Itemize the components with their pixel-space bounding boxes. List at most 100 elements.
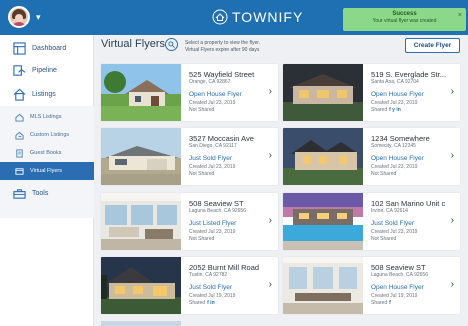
dashboard-icon	[12, 41, 26, 55]
create-flyer-button[interactable]: Create Flyer	[405, 38, 460, 53]
share-status-text: Not Shared	[371, 171, 397, 177]
flyer-city: Somecity, CA 12345	[371, 143, 416, 149]
flyer-card[interactable]: 3527 Moccasin Ave San Diego, CA 92117 Ju…	[101, 128, 278, 185]
close-icon[interactable]: ×	[458, 12, 462, 19]
property-photo	[101, 257, 181, 314]
sidebar-item-pipeline[interactable]: Pipeline	[0, 57, 94, 83]
flyer-address: 1234 Somewhere	[371, 134, 430, 143]
flyer-card[interactable]: 525 Wayfield Street Orange, CA 92867 Ope…	[101, 64, 278, 121]
flyer-share-status: Not Shared	[189, 236, 214, 242]
user-avatar[interactable]	[8, 6, 30, 28]
sidebar-item-guest-books[interactable]: Guest Books	[0, 144, 94, 162]
mls-icon	[14, 112, 24, 122]
flyer-card[interactable]: 2052 Burnt Mill Road Tustin, CA 92782 Ju…	[101, 257, 278, 314]
share-status-text: Shared	[189, 300, 206, 306]
social-share-icons: f	[389, 300, 391, 306]
share-status-text: Not Shared	[189, 236, 215, 242]
next-card-peek	[101, 321, 181, 326]
sidebar-item-label: Virtual Flyers	[30, 168, 62, 174]
flyer-card[interactable]: 508 Seaview ST Laguna Beach, CA 92656 Op…	[283, 257, 460, 314]
flyer-type-link[interactable]: Just Sold Flyer	[371, 220, 414, 227]
flyer-share-status: Not Shared	[189, 107, 214, 113]
flyer-address: 519 S. Everglade Str...	[371, 70, 447, 79]
brand-logo: TOWNIFY	[212, 9, 303, 25]
property-photo	[283, 257, 363, 314]
chevron-right-icon[interactable]: ›	[269, 215, 272, 226]
virtual-flyer-icon	[14, 166, 24, 176]
flyer-share-status: Shared f y in	[371, 107, 401, 113]
flyer-share-status: Not Shared	[371, 236, 396, 242]
toast-message: Your virtual flyer was created	[372, 18, 437, 24]
flyer-type-link[interactable]: Open House Flyer	[189, 91, 242, 98]
flyer-card[interactable]: 102 San Marino Unit c Irvine, CA 92614 J…	[283, 193, 460, 250]
flyer-type-link[interactable]: Open House Flyer	[371, 91, 424, 98]
property-photo	[101, 64, 181, 121]
sidebar-item-mls-listings[interactable]: MLS Listings	[0, 108, 94, 126]
chevron-right-icon[interactable]: ›	[451, 279, 454, 290]
sidebar-item-label: Custom Listings	[30, 132, 70, 138]
flyer-created-date: Created Jul 23, 2019	[371, 229, 418, 235]
flyer-city: Irvine, CA 92614	[371, 208, 408, 214]
sidebar: Dashboard Pipeline Listings MLS Listings…	[0, 35, 94, 326]
sidebar-item-label: MLS Listings	[30, 114, 62, 120]
flyer-created-date: Created Jul 23, 2019	[371, 100, 418, 106]
property-photo	[283, 128, 363, 185]
flyer-created-date: Created Jul 19, 2019	[189, 293, 236, 299]
flyer-type-link[interactable]: Open House Flyer	[371, 284, 424, 291]
sidebar-item-label: Listings	[32, 90, 56, 98]
flyer-card[interactable]: 508 Seaview ST Laguna Beach, CA 92656 Ju…	[101, 193, 278, 250]
custom-listings-icon	[14, 130, 24, 140]
search-help-icon[interactable]	[165, 38, 178, 51]
page-title: Virtual Flyers	[101, 38, 165, 50]
sidebar-item-custom-listings[interactable]: Custom Listings	[0, 126, 94, 144]
chevron-right-icon[interactable]: ›	[269, 86, 272, 97]
flyer-card[interactable]: 1234 Somewhere Somecity, CA 12345 Open H…	[283, 128, 460, 185]
sidebar-item-listings[interactable]: Listings	[0, 81, 94, 107]
toolbox-icon	[12, 186, 26, 200]
share-status-text: Shared	[371, 300, 388, 306]
sidebar-item-tools[interactable]: Tools	[0, 180, 94, 206]
property-photo	[101, 128, 181, 185]
flyer-address: 3527 Moccasin Ave	[189, 134, 254, 143]
flyer-type-link[interactable]: Just Sold Flyer	[189, 284, 232, 291]
flyer-address: 102 San Marino Unit c	[371, 199, 446, 208]
flyer-address: 2052 Burnt Mill Road	[189, 263, 260, 272]
flyer-city: Tustin, CA 92782	[189, 272, 228, 278]
chevron-right-icon[interactable]: ›	[451, 215, 454, 226]
chevron-right-icon[interactable]: ›	[451, 150, 454, 161]
flyer-share-status: Shared f in	[189, 300, 215, 306]
property-photo	[283, 64, 363, 121]
property-photo	[101, 193, 181, 250]
property-photo	[283, 193, 363, 250]
flyer-share-status: Not Shared	[371, 171, 396, 177]
guest-book-icon	[14, 148, 24, 158]
flyer-city: Laguna Beach, CA 92656	[189, 208, 246, 214]
flyer-type-link[interactable]: Open House Flyer	[371, 155, 424, 162]
flyer-address: 508 Seaview ST	[371, 263, 426, 272]
social-share-icons: f y in	[389, 107, 401, 113]
flyer-type-link[interactable]: Just Listed Flyer	[189, 220, 236, 227]
sidebar-item-label: Pipeline	[32, 66, 57, 74]
brand-name: TOWNIFY	[232, 9, 304, 25]
flyer-card[interactable]: 519 S. Everglade Str... Santa Ana, CA 92…	[283, 64, 460, 121]
flyer-created-date: Created Jul 23, 2019	[371, 164, 418, 170]
sidebar-item-virtual-flyers[interactable]: Virtual Flyers	[0, 162, 94, 180]
sidebar-item-label: Dashboard	[32, 44, 67, 52]
sidebar-item-label: Guest Books	[30, 150, 62, 156]
chevron-right-icon[interactable]: ›	[451, 86, 454, 97]
hint-line-1: Select a property to view the flyer.	[185, 40, 261, 46]
flyer-city: Orange, CA 92867	[189, 79, 231, 85]
flyer-share-status: Not Shared	[189, 171, 214, 177]
hint-line-2: Virtual Flyers expire after 90 days	[185, 47, 260, 53]
chevron-down-icon[interactable]: ▾	[36, 12, 41, 23]
flyer-created-date: Created Jul 23, 2019	[189, 100, 236, 106]
share-status-text: Shared	[371, 107, 388, 113]
flyer-type-link[interactable]: Just Sold Flyer	[189, 155, 232, 162]
chevron-right-icon[interactable]: ›	[269, 150, 272, 161]
page-hint: Select a property to view the flyer. Vir…	[185, 40, 260, 54]
flyer-city: Santa Ana, CA 92704	[371, 79, 419, 85]
flyer-created-date: Created Jul 23, 2019	[189, 229, 236, 235]
chevron-right-icon[interactable]: ›	[269, 279, 272, 290]
toast-title: Success	[392, 11, 417, 17]
share-status-text: Not Shared	[371, 236, 397, 242]
